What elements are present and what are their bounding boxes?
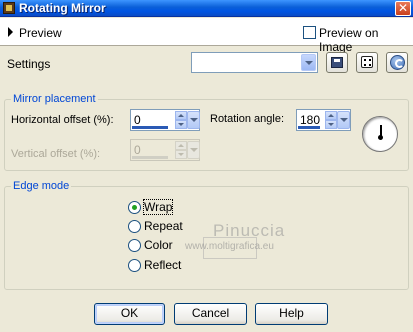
- spin-down-icon[interactable]: [325, 120, 337, 129]
- horizontal-offset-input[interactable]: 0: [130, 109, 200, 131]
- randomize-icon: [361, 56, 373, 68]
- radio-repeat[interactable]: [128, 220, 141, 233]
- dial-center: [378, 135, 383, 140]
- reset-icon: [390, 55, 405, 70]
- ok-button[interactable]: OK: [94, 303, 165, 325]
- watermark-url: www.moltigrafica.eu: [185, 241, 274, 252]
- spin-down-icon[interactable]: [175, 120, 187, 129]
- cancel-button[interactable]: Cancel: [174, 303, 247, 325]
- title-bar: Rotating Mirror ✕: [0, 0, 413, 17]
- randomize-button[interactable]: [356, 52, 378, 73]
- horizontal-offset-slider[interactable]: [132, 126, 168, 129]
- vertical-offset-value: 0: [134, 143, 141, 157]
- vertical-offset-slider: [132, 156, 168, 159]
- preview-toggle-label[interactable]: Preview: [19, 26, 62, 40]
- preview-bar: Preview Preview on Image: [0, 18, 413, 54]
- radio-wrap[interactable]: [128, 201, 141, 214]
- radio-repeat-label[interactable]: Repeat: [144, 219, 183, 233]
- watermark-title: Pinuccia: [213, 221, 286, 240]
- preset-dropdown-button[interactable]: [301, 54, 316, 71]
- radio-reflect-label[interactable]: Reflect: [144, 258, 181, 272]
- rotation-angle-input[interactable]: 180: [296, 109, 351, 131]
- vertical-offset-spinner: [175, 141, 187, 159]
- edge-mode-title: Edge mode: [11, 180, 72, 192]
- save-preset-button[interactable]: [326, 52, 348, 73]
- settings-label: Settings: [7, 57, 51, 71]
- vertical-offset-label: Vertical offset (%):: [11, 148, 101, 160]
- vertical-offset-input: 0: [130, 139, 200, 161]
- horizontal-offset-value: 0: [134, 113, 141, 127]
- preview-on-image-label[interactable]: Preview on Image: [319, 26, 413, 54]
- spin-up-icon[interactable]: [175, 111, 187, 120]
- vertical-offset-dropdown: [187, 141, 200, 159]
- rotation-angle-slider[interactable]: [298, 126, 320, 129]
- preview-on-image-checkbox[interactable]: [303, 26, 316, 39]
- radio-reflect[interactable]: [128, 259, 141, 272]
- rotation-angle-dropdown[interactable]: [337, 111, 350, 129]
- horizontal-offset-spinner[interactable]: [175, 111, 187, 129]
- chevron-down-icon: [305, 61, 313, 65]
- window-title: Rotating Mirror: [19, 1, 106, 15]
- radio-color[interactable]: [128, 239, 141, 252]
- help-button[interactable]: Help: [255, 303, 328, 325]
- reset-button[interactable]: [386, 52, 408, 73]
- spin-up-icon[interactable]: [325, 111, 337, 120]
- rotation-angle-spinner[interactable]: [325, 111, 337, 129]
- expand-arrow-icon[interactable]: [8, 27, 13, 37]
- app-icon: [3, 2, 15, 14]
- rotation-angle-value: 180: [300, 113, 321, 127]
- radio-wrap-label[interactable]: Wrap: [142, 199, 174, 215]
- spin-up-icon: [175, 141, 187, 150]
- horizontal-offset-label: Horizontal offset (%):: [11, 114, 114, 126]
- rotation-angle-label: Rotation angle:: [210, 113, 284, 125]
- spin-down-icon: [175, 150, 187, 159]
- radio-color-label[interactable]: Color: [144, 238, 173, 252]
- horizontal-offset-dropdown[interactable]: [187, 111, 200, 129]
- save-preset-icon: [331, 57, 343, 68]
- mirror-placement-title: Mirror placement: [11, 93, 98, 105]
- rotation-dial[interactable]: [362, 116, 398, 152]
- preset-combo[interactable]: [191, 52, 318, 73]
- close-button[interactable]: ✕: [395, 1, 411, 16]
